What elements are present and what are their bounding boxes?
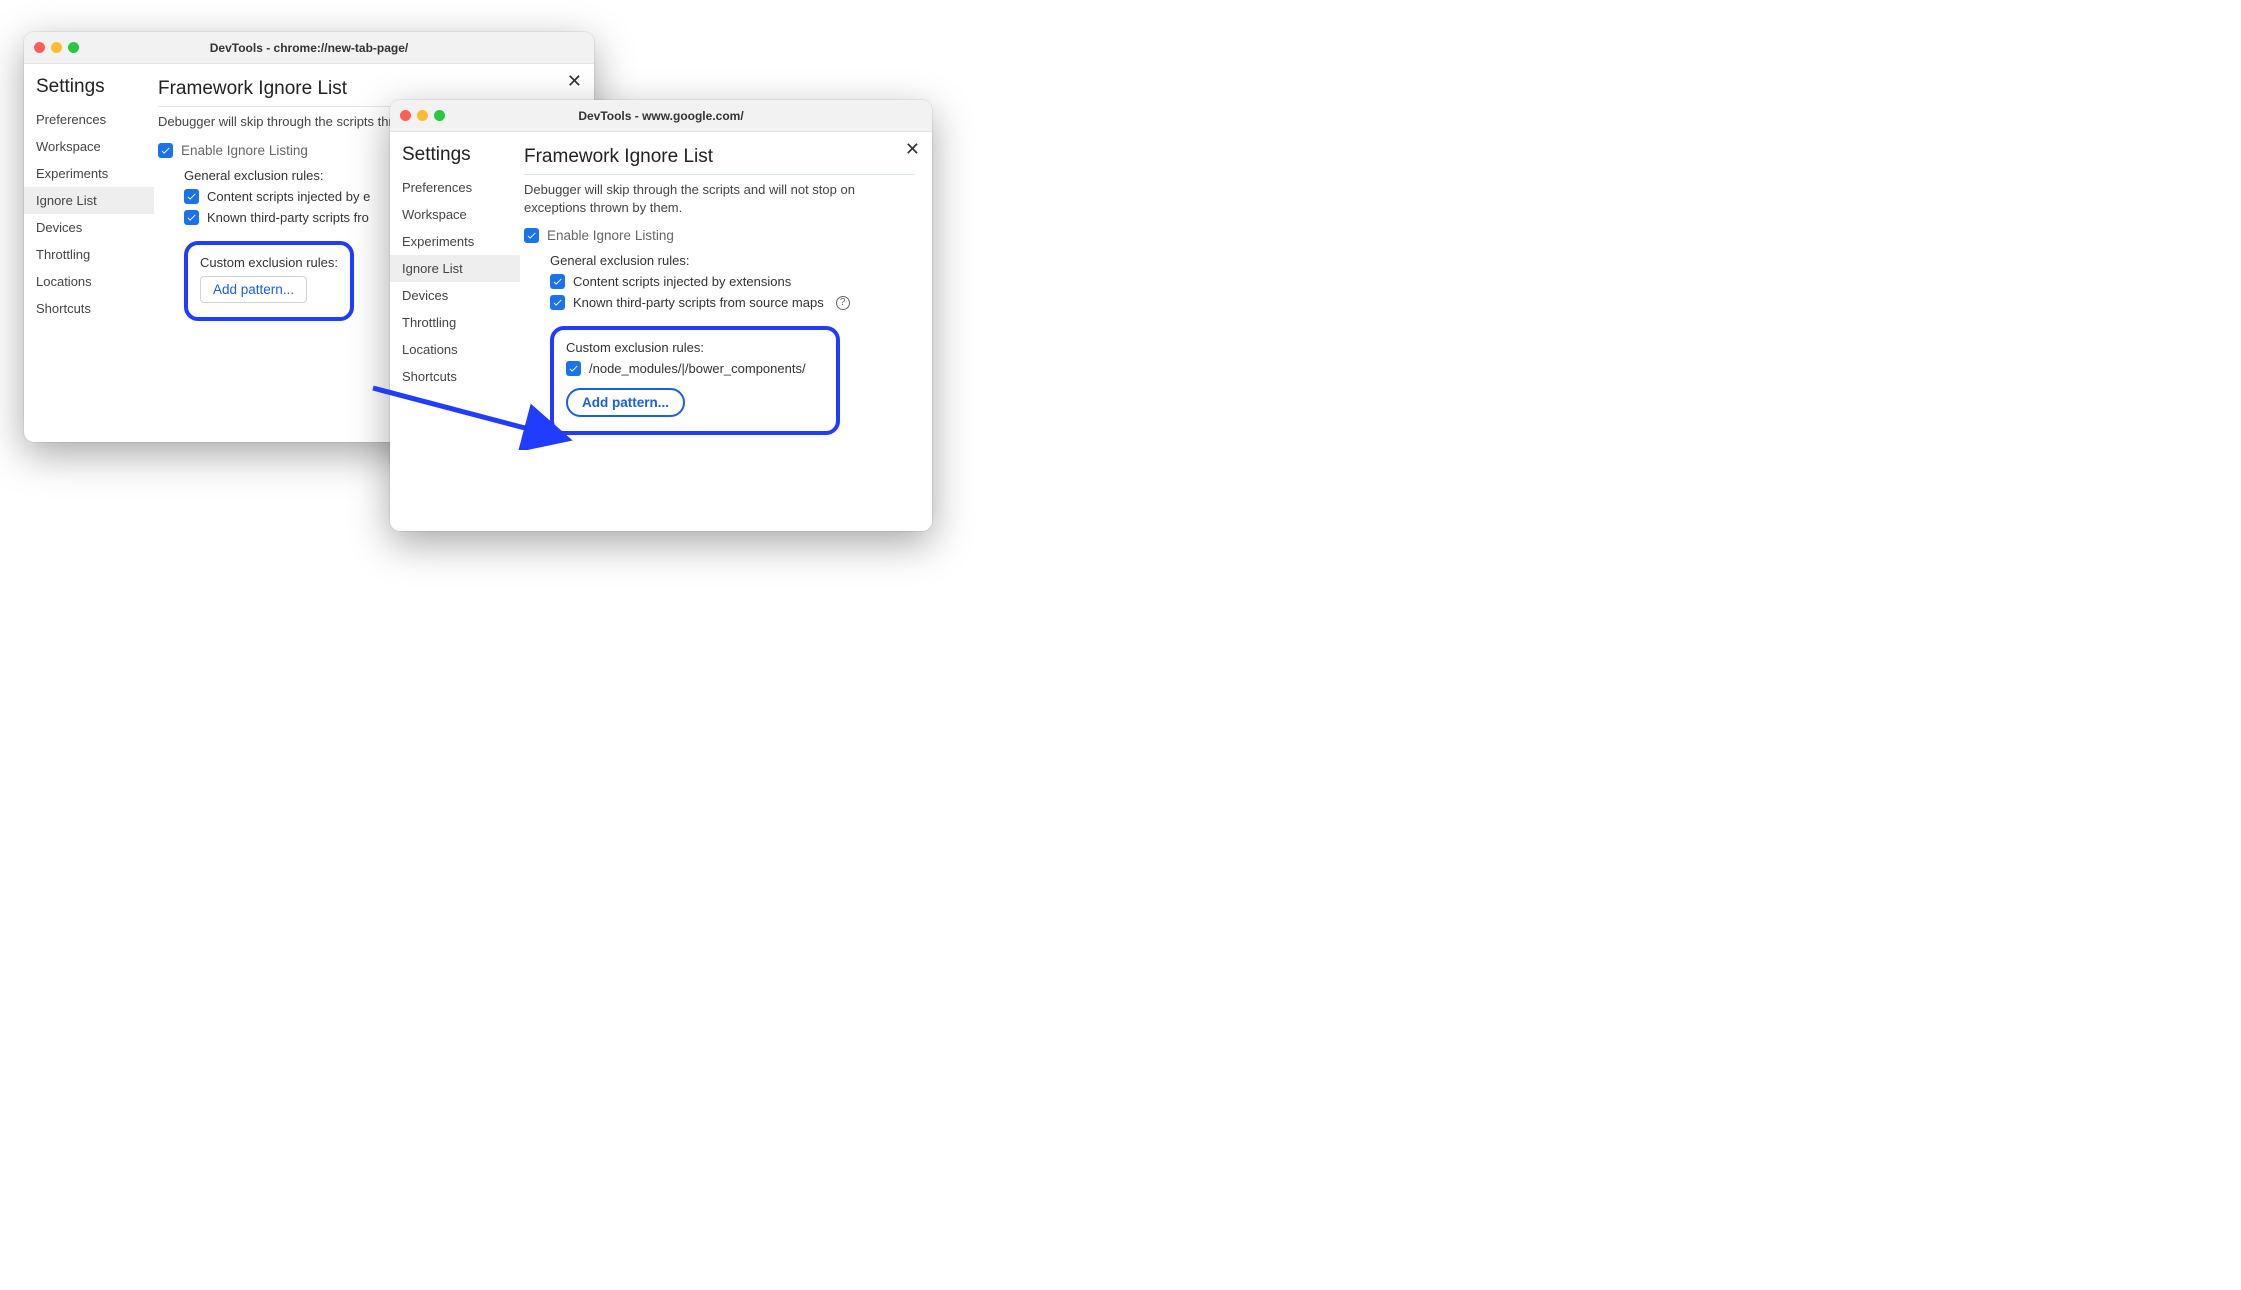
- checkbox-icon[interactable]: [524, 228, 539, 243]
- help-icon[interactable]: ?: [836, 296, 850, 310]
- window-title: DevTools - www.google.com/: [390, 109, 932, 123]
- sidebar-item-workspace[interactable]: Workspace: [24, 133, 154, 160]
- devtools-window-2: DevTools - www.google.com/ ✕ Settings Pr…: [390, 100, 932, 531]
- panel-heading: Framework Ignore List: [524, 146, 914, 175]
- close-panel-button[interactable]: ✕: [905, 140, 920, 158]
- rule-content-scripts[interactable]: Content scripts injected by extensions: [550, 274, 914, 289]
- custom-rules-label: Custom exclusion rules:: [566, 340, 824, 355]
- sidebar-item-throttling[interactable]: Throttling: [390, 309, 520, 336]
- rule-label: Content scripts injected by e: [207, 189, 370, 204]
- zoom-icon[interactable]: [68, 42, 79, 53]
- sidebar-item-experiments[interactable]: Experiments: [390, 228, 520, 255]
- sidebar-item-locations[interactable]: Locations: [24, 268, 154, 295]
- rule-label: Known third-party scripts fro: [207, 210, 369, 225]
- settings-main: Framework Ignore List Debugger will skip…: [520, 132, 932, 531]
- checkbox-icon[interactable]: [550, 295, 565, 310]
- rule-label: Known third-party scripts from source ma…: [573, 295, 824, 310]
- custom-rules-label: Custom exclusion rules:: [200, 255, 338, 270]
- sidebar-item-shortcuts[interactable]: Shortcuts: [24, 295, 154, 322]
- checkbox-icon[interactable]: [184, 210, 199, 225]
- sidebar-item-ignore-list[interactable]: Ignore List: [24, 187, 154, 214]
- checkbox-icon[interactable]: [566, 361, 581, 376]
- panel-description: Debugger will skip through the scripts a…: [524, 181, 914, 216]
- sidebar-item-workspace[interactable]: Workspace: [390, 201, 520, 228]
- traffic-lights: [34, 42, 79, 53]
- close-panel-button[interactable]: ✕: [567, 72, 582, 90]
- custom-rules-callout: Custom exclusion rules: Add pattern...: [184, 241, 354, 321]
- sidebar-item-locations[interactable]: Locations: [390, 336, 520, 363]
- titlebar: DevTools - www.google.com/: [390, 100, 932, 132]
- sidebar-heading: Settings: [390, 144, 520, 174]
- add-pattern-button[interactable]: Add pattern...: [200, 276, 307, 303]
- window-title: DevTools - chrome://new-tab-page/: [24, 41, 594, 55]
- sidebar-item-devices[interactable]: Devices: [24, 214, 154, 241]
- traffic-lights: [400, 110, 445, 121]
- custom-pattern-row[interactable]: /node_modules/|/bower_components/: [566, 361, 824, 376]
- checkbox-icon[interactable]: [550, 274, 565, 289]
- sidebar-item-ignore-list[interactable]: Ignore List: [390, 255, 520, 282]
- rule-third-party[interactable]: Known third-party scripts from source ma…: [550, 295, 914, 310]
- sidebar-heading: Settings: [24, 76, 154, 106]
- enable-label: Enable Ignore Listing: [181, 143, 308, 158]
- add-pattern-button[interactable]: Add pattern...: [566, 388, 685, 417]
- rule-label: Content scripts injected by extensions: [573, 274, 791, 289]
- enable-ignore-listing-row[interactable]: Enable Ignore Listing: [524, 228, 914, 243]
- sidebar-item-preferences[interactable]: Preferences: [390, 174, 520, 201]
- custom-rules-callout: Custom exclusion rules: /node_modules/|/…: [550, 326, 840, 435]
- settings-sidebar: Settings Preferences Workspace Experimen…: [24, 64, 154, 442]
- sidebar-item-preferences[interactable]: Preferences: [24, 106, 154, 133]
- settings-sidebar: Settings Preferences Workspace Experimen…: [390, 132, 520, 531]
- checkbox-icon[interactable]: [158, 143, 173, 158]
- minimize-icon[interactable]: [51, 42, 62, 53]
- sidebar-item-devices[interactable]: Devices: [390, 282, 520, 309]
- sidebar-item-experiments[interactable]: Experiments: [24, 160, 154, 187]
- titlebar: DevTools - chrome://new-tab-page/: [24, 32, 594, 64]
- enable-label: Enable Ignore Listing: [547, 228, 674, 243]
- sidebar-item-shortcuts[interactable]: Shortcuts: [390, 363, 520, 390]
- pattern-text: /node_modules/|/bower_components/: [589, 361, 806, 376]
- checkbox-icon[interactable]: [184, 189, 199, 204]
- close-icon[interactable]: [400, 110, 411, 121]
- minimize-icon[interactable]: [417, 110, 428, 121]
- zoom-icon[interactable]: [434, 110, 445, 121]
- sidebar-item-throttling[interactable]: Throttling: [24, 241, 154, 268]
- close-icon[interactable]: [34, 42, 45, 53]
- general-rules-label: General exclusion rules:: [550, 253, 914, 268]
